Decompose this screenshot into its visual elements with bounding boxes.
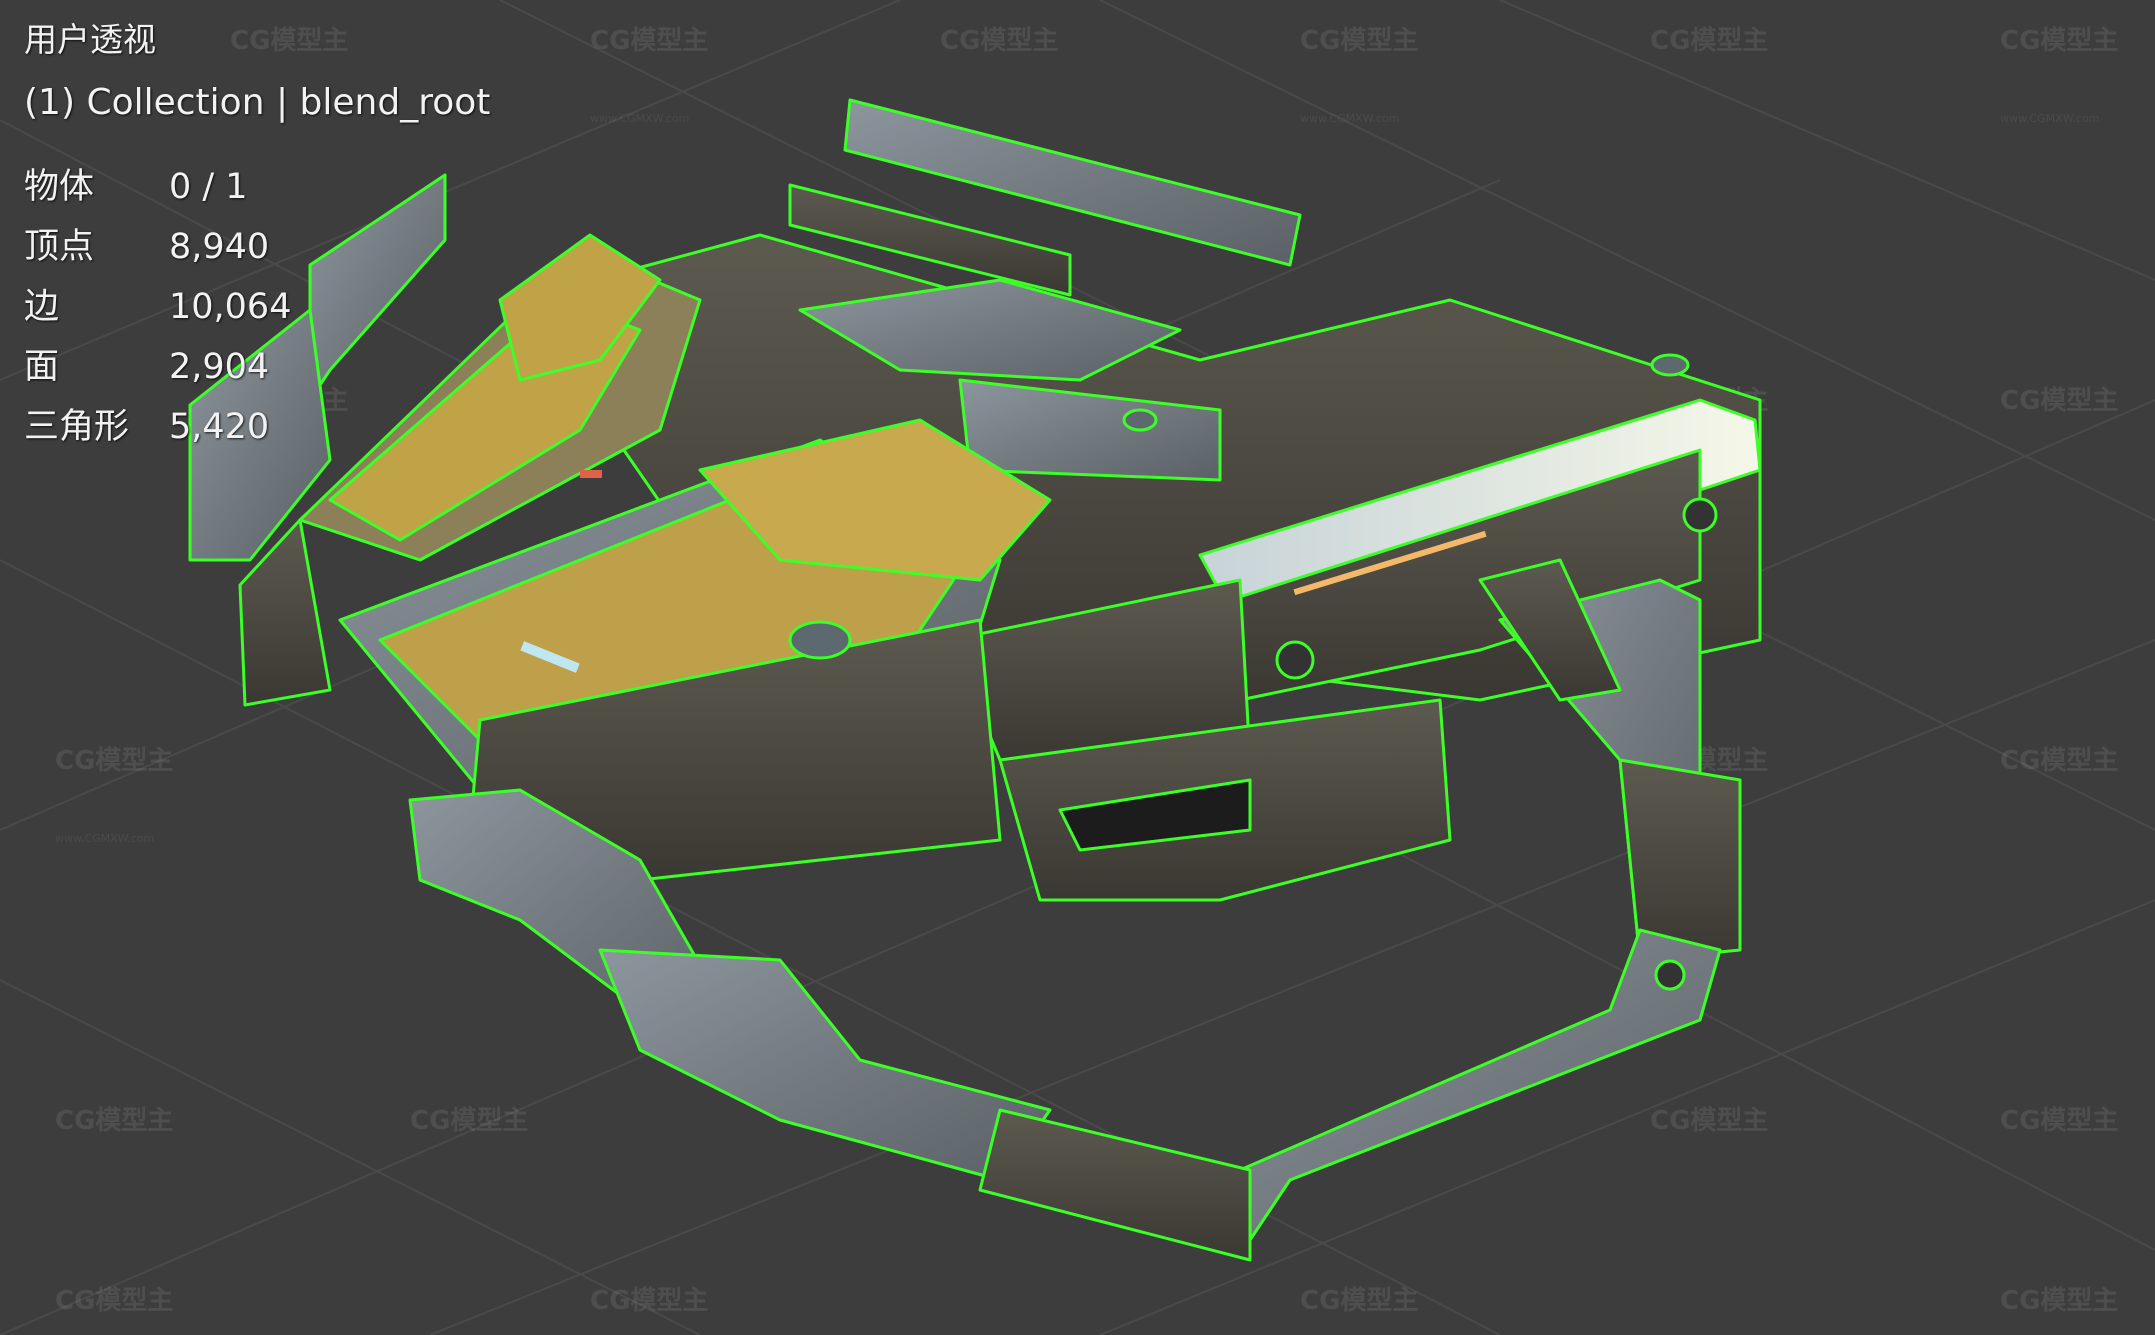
light-strip xyxy=(580,470,602,478)
stat-objects-value: 0 / 1 xyxy=(169,167,248,207)
stat-vertices-value: 8,940 xyxy=(169,227,270,267)
stat-triangles-value: 5,420 xyxy=(169,407,270,447)
scene-statistics: 物体 0 / 1 顶点 8,940 边 10,064 面 2,904 三角形 5… xyxy=(24,164,490,450)
stat-edges-value: 10,064 xyxy=(169,287,292,327)
stat-triangles-label: 三角形 xyxy=(24,407,130,447)
stat-faces-value: 2,904 xyxy=(169,347,270,387)
stat-faces-label: 面 xyxy=(24,347,60,387)
3d-viewport[interactable]: CG模型主 CG模型主 CG模型主 CG模型主 CG模型主 CG模型主 www.… xyxy=(0,0,2155,1335)
stat-vertices-label: 顶点 xyxy=(24,227,95,267)
stat-objects-label: 物体 xyxy=(24,167,95,207)
stat-edges-label: 边 xyxy=(24,287,60,327)
view-name-label: 用户透视 xyxy=(24,20,156,59)
viewport-info-overlay: 用户透视 (1) Collection | blend_root 物体 0 / … xyxy=(24,18,490,450)
collection-label: (1) Collection | blend_root xyxy=(24,82,491,123)
